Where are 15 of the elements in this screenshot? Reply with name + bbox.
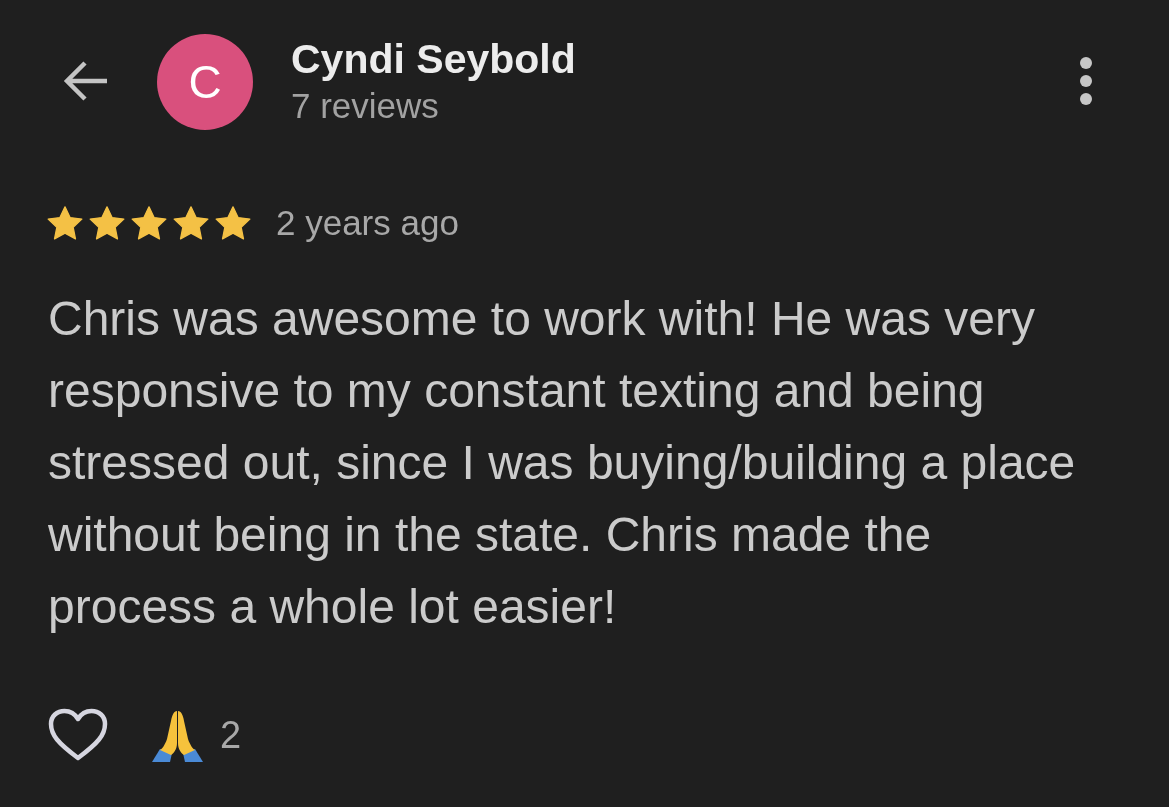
praying-hands-icon: [150, 708, 205, 762]
review-time: 2 years ago: [276, 203, 459, 243]
more-icon: [1080, 57, 1092, 105]
reviewer-name: Cyndi Seybold: [291, 36, 576, 82]
star-icon: [47, 205, 83, 241]
more-options-button[interactable]: [1080, 57, 1092, 105]
avatar: C: [157, 34, 253, 130]
star-icon: [215, 205, 251, 241]
review-count: 7 reviews: [291, 86, 440, 126]
reaction-count: 2: [220, 713, 242, 757]
heart-icon[interactable]: [48, 708, 108, 762]
star-icon: [89, 205, 125, 241]
review-text: Chris was awesome to work with! He was very responsive to my constant texting and being stressed out, since I was buying/building a place without being in the state. Chris made the process a whole lot easier!: [48, 291, 1077, 635]
star-icon: [173, 205, 209, 241]
star-icon: [131, 205, 167, 241]
